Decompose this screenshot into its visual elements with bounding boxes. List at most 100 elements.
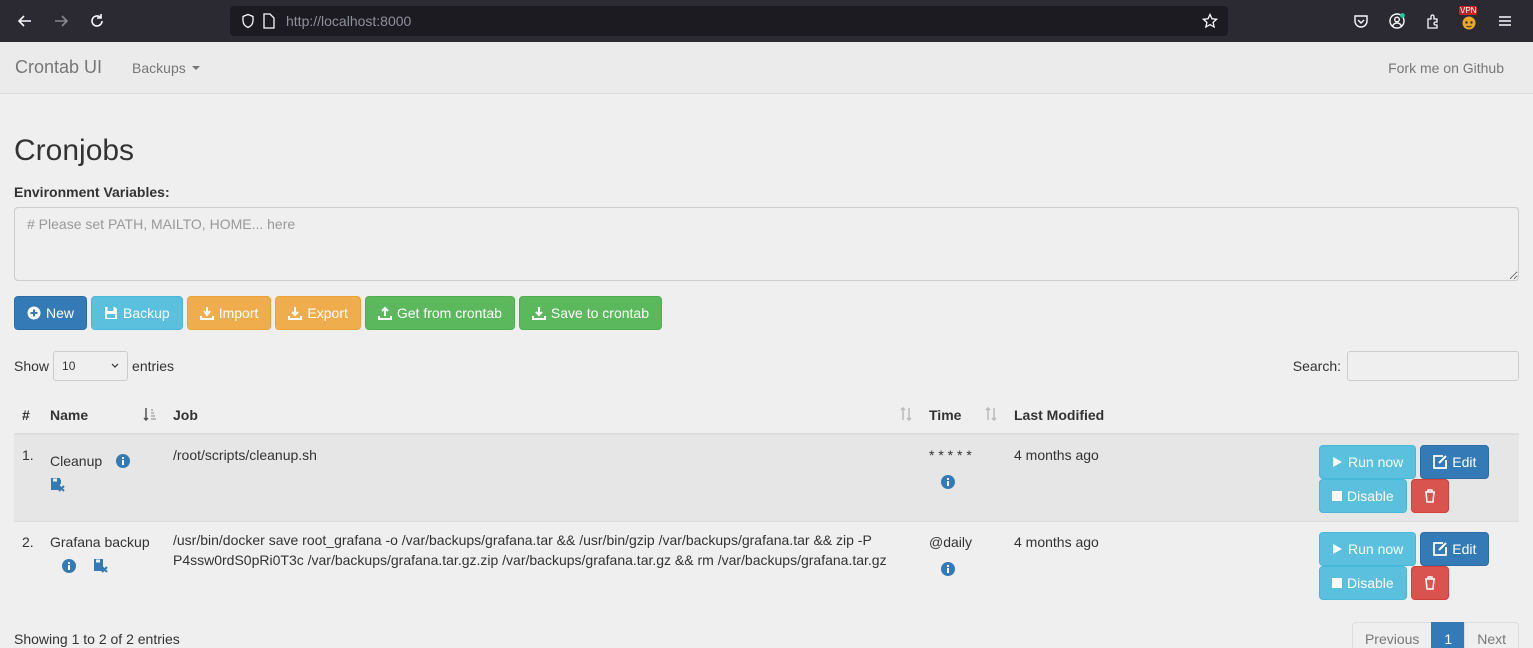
delete-button[interactable] <box>1410 566 1449 600</box>
table-row: 1. Cleanup /root/scripts/cleanup.sh * * … <box>14 433 1519 522</box>
table-row: 2. Grafana backup /usr/bin/docker save r… <box>14 521 1519 608</box>
disable-button[interactable]: Disable <box>1319 566 1407 600</box>
backups-dropdown[interactable]: Backups <box>132 60 200 76</box>
sort-asc-icon <box>143 407 157 421</box>
back-button[interactable] <box>10 6 40 36</box>
page-1-button[interactable]: 1 <box>1431 622 1466 648</box>
url-text[interactable]: http://localhost:8000 <box>286 13 411 29</box>
job-time: * * * * * <box>929 447 972 463</box>
col-actions <box>1146 396 1519 435</box>
table-info: Showing 1 to 2 of 2 entries <box>14 631 180 647</box>
job-name: Grafana backup <box>50 534 150 550</box>
import-button[interactable]: Import <box>186 296 272 330</box>
previous-page-button[interactable]: Previous <box>1351 622 1433 648</box>
main-container: Cronjobs Environment Variables: New Back… <box>0 134 1533 648</box>
download-icon <box>531 306 546 320</box>
plus-circle-icon <box>27 306 41 320</box>
new-button[interactable]: New <box>14 296 88 330</box>
edit-button[interactable]: Edit <box>1420 532 1490 566</box>
brand-link[interactable]: Crontab UI <box>15 57 102 78</box>
get-from-crontab-button[interactable]: Get from crontab <box>364 296 515 330</box>
action-toolbar: New Backup Import Export Get from cronta… <box>14 296 1519 330</box>
info-icon[interactable] <box>62 559 76 573</box>
info-icon[interactable] <box>941 562 955 576</box>
row-num: 1. <box>14 433 42 522</box>
entries-length-select[interactable]: 10 <box>53 351 129 381</box>
job-modified: 4 months ago <box>1006 521 1146 608</box>
upload-icon <box>377 306 392 320</box>
arrow-left-icon <box>17 15 31 27</box>
trash-icon <box>1424 576 1436 590</box>
shield-icon[interactable] <box>240 13 256 29</box>
disable-label: Disable <box>1347 575 1394 591</box>
col-job[interactable]: Job <box>165 396 921 435</box>
job-modified: 4 months ago <box>1006 433 1146 522</box>
save-label: Save to crontab <box>550 305 649 321</box>
app-navbar: Crontab UI Backups Fork me on Github <box>0 42 1533 94</box>
row-name-cell: Grafana backup <box>42 521 165 608</box>
fork-github-link[interactable]: Fork me on Github <box>1388 60 1504 76</box>
row-actions: Run now Edit Disable <box>1146 521 1519 608</box>
env-variables-textarea[interactable] <box>14 207 1519 281</box>
job-command: /root/scripts/cleanup.sh <box>165 433 921 522</box>
search-wrapper: Search: <box>1293 351 1519 381</box>
stop-icon <box>1332 578 1342 588</box>
extensions-icon[interactable] <box>1415 6 1451 36</box>
stop-icon <box>1332 491 1342 501</box>
save-to-crontab-button[interactable]: Save to crontab <box>518 296 662 330</box>
entries-label: entries <box>132 358 175 374</box>
page-title: Cronjobs <box>14 134 135 167</box>
pagination: Previous 1 Next <box>1351 622 1519 648</box>
reload-button[interactable] <box>82 6 112 36</box>
col-name-label: Name <box>50 406 89 423</box>
edit-icon <box>1433 455 1448 469</box>
row-time-cell: * * * * * <box>921 433 1006 522</box>
col-num: # <box>14 396 42 435</box>
account-icon[interactable] <box>1379 6 1415 36</box>
backup-button[interactable]: Backup <box>91 296 183 330</box>
run-now-label: Run now <box>1348 541 1404 557</box>
col-modified: Last Modified <box>1006 396 1146 435</box>
backup-label: Backup <box>123 305 170 321</box>
row-num: 2. <box>14 521 42 608</box>
export-button[interactable]: Export <box>275 296 361 330</box>
vpn-extension-icon[interactable]: VPN <box>1451 6 1487 36</box>
url-bar[interactable]: http://localhost:8000 <box>230 6 1228 36</box>
edit-button[interactable]: Edit <box>1420 445 1490 479</box>
caret-down-icon <box>191 65 200 70</box>
col-name[interactable]: Name <box>42 396 165 435</box>
get-label: Get from crontab <box>396 305 502 321</box>
pocket-icon[interactable] <box>1343 6 1379 36</box>
col-job-label: Job <box>173 406 198 423</box>
length-value: 10 <box>62 359 76 373</box>
table-footer: Showing 1 to 2 of 2 entries Previous 1 N… <box>14 622 1519 648</box>
floppy-icon <box>104 306 118 320</box>
search-input[interactable] <box>1347 351 1519 381</box>
env-label: Environment Variables: <box>14 184 170 200</box>
row-time-cell: @daily <box>921 521 1006 608</box>
next-page-button[interactable]: Next <box>1464 622 1519 648</box>
col-time[interactable]: Time <box>921 396 1006 435</box>
job-command: /usr/bin/docker save root_grafana -o /va… <box>165 521 921 608</box>
delete-button[interactable] <box>1410 479 1449 513</box>
run-now-button[interactable]: Run now <box>1319 532 1417 566</box>
show-label: Show <box>14 358 50 374</box>
info-icon[interactable] <box>116 454 131 468</box>
chevron-down-icon <box>111 363 119 369</box>
info-icon[interactable] <box>941 475 955 489</box>
bookmark-star-icon[interactable] <box>1202 13 1218 29</box>
forward-button[interactable] <box>46 6 76 36</box>
disable-button[interactable]: Disable <box>1319 479 1407 513</box>
floppy-remove-icon[interactable] <box>93 558 109 574</box>
new-label: New <box>46 305 75 321</box>
run-now-button[interactable]: Run now <box>1319 445 1417 479</box>
edit-label: Edit <box>1452 454 1477 470</box>
floppy-remove-icon[interactable] <box>50 477 66 493</box>
play-icon <box>1332 456 1343 468</box>
export-label: Export <box>307 305 348 321</box>
trash-icon <box>1424 489 1436 503</box>
job-time: @daily <box>929 534 973 550</box>
import-label: Import <box>218 305 259 321</box>
menu-icon[interactable] <box>1487 6 1523 36</box>
browser-toolbar: http://localhost:8000 VPN <box>0 0 1533 42</box>
